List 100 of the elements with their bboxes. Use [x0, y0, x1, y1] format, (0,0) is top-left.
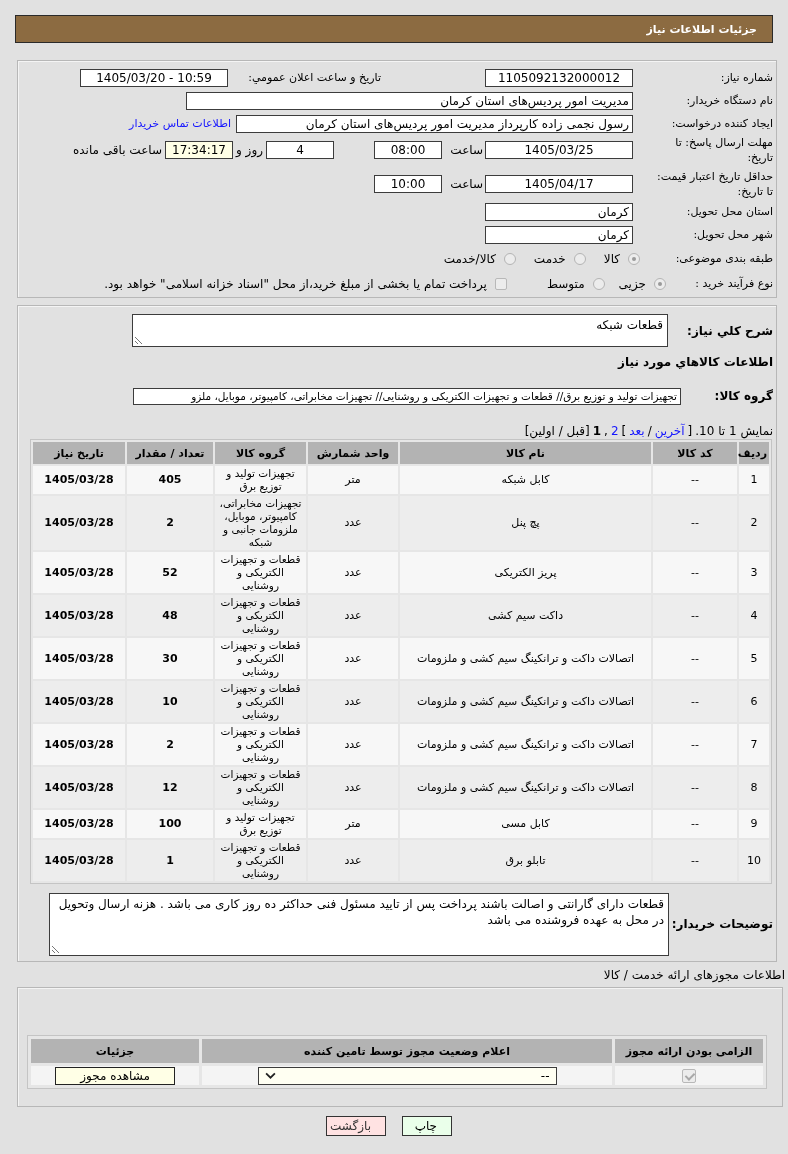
table-cell: --: [653, 552, 737, 593]
section-heading: اطلاعات کالاهاي مورد نياز: [616, 354, 773, 371]
field-label: شرح کلي نياز:: [686, 323, 773, 338]
pagination-link[interactable]: 2: [610, 423, 619, 438]
radio-label: متوسط: [546, 276, 585, 291]
buyer-contact-link[interactable]: اطلاعات تماس خریدار: [129, 117, 231, 130]
time-label: ساعت: [449, 143, 483, 157]
table-cell: 48: [127, 595, 213, 636]
table-cell: 1405/03/28: [33, 496, 125, 550]
radio-label: کالا/خدمت: [443, 251, 496, 266]
table-cell: قطعات و تجهیزات الکتریکی و روشنایی: [215, 638, 306, 679]
pagination-link[interactable]: بعد: [629, 423, 645, 438]
table-cell: اتصالات داکت و ترانکینگ سیم کشی و ملزومات: [400, 724, 651, 765]
goods-group-field[interactable]: تجهیزات تولید و توزیع برق// قطعات و تجهیزات الکتریکی و روشنایی// تجهیزات مخابراتی، کامپیوتر، موبایل، ملزو: [133, 387, 681, 405]
table-cell: 9: [739, 810, 769, 838]
column-header: گروه کالا: [215, 442, 306, 464]
pagination-text: /: [647, 423, 652, 438]
buyer-org-field[interactable]: مدیریت امور پردیس‌های استان کرمان: [186, 91, 633, 110]
field-label: گروه کالا:: [713, 389, 773, 403]
table-cell: 1405/03/28: [33, 595, 125, 636]
field-label: نام دستگاه خریدار:: [685, 93, 773, 108]
table-cell: --: [653, 840, 737, 881]
table-cell: 30: [127, 638, 213, 679]
field-label: مهلت ارسال پاسخ: تا تاریخ:: [674, 135, 773, 165]
table-cell: عدد: [308, 767, 398, 808]
print-button[interactable]: چاپ: [402, 1116, 452, 1136]
column-header: کد کالا: [653, 442, 737, 464]
radio-label: خدمت: [533, 251, 566, 266]
table-cell: عدد: [308, 595, 398, 636]
time-left-label: ساعت باقی مانده: [72, 143, 162, 157]
announce-date-field[interactable]: 1405/03/20 - 10:59: [80, 68, 228, 87]
table-cell: 10: [739, 840, 769, 881]
deadline-date-field[interactable]: 1405/03/25: [485, 141, 633, 159]
table-cell: --: [653, 595, 737, 636]
radio-label: جزیی: [618, 276, 646, 291]
table-cell: تابلو برق: [400, 840, 651, 881]
pagination-text: [: [687, 423, 693, 438]
resize-grip-icon[interactable]: [52, 944, 60, 953]
table-cell: عدد: [308, 681, 398, 722]
time-left-field[interactable]: 17:34:17: [165, 141, 233, 159]
table-cell: قطعات و تجهیزات الکتریکی و روشنایی: [215, 767, 306, 808]
table-cell: عدد: [308, 724, 398, 765]
field-label: استان محل تحویل:: [685, 204, 773, 219]
table-cell: 100: [127, 810, 213, 838]
field-label: توضیحات خریدار:: [670, 917, 773, 931]
checkbox-label: پرداخت تمام یا بخشی از مبلغ خرید،از محل "اسناد خزانه اسلامی" خواهد بود.: [104, 276, 487, 291]
table-cell: تجهیزات تولید و توزیع برق: [215, 810, 306, 838]
column-header: تاریخ نیاز: [33, 442, 125, 464]
days-left-field[interactable]: 4: [266, 141, 334, 159]
field-label: شماره نیاز:: [719, 70, 773, 85]
table-cell: 2: [127, 724, 213, 765]
resize-grip-icon[interactable]: [135, 336, 143, 344]
table-cell: 405: [127, 466, 213, 494]
table-cell: تجهیزات تولید و توزیع برق: [215, 466, 306, 494]
table-cell: پچ پنل: [400, 496, 651, 550]
table-cell: 6: [739, 681, 769, 722]
province-field[interactable]: کرمان: [485, 202, 633, 221]
requester-field[interactable]: رسول نجمی زاده کارپرداز مدیریت امور پردیس‌های استان کرمان: [236, 114, 633, 133]
column-header: اعلام وضعیت مجوز توسط تامین کننده: [202, 1039, 612, 1063]
column-header: تعداد / مقدار: [127, 442, 213, 464]
table-cell: 2: [739, 496, 769, 550]
table-cell: اتصالات داکت و ترانکینگ سیم کشی و ملزومات: [400, 767, 651, 808]
table-cell: داکت سیم کشی: [400, 595, 651, 636]
table-cell: اتصالات داکت و ترانکینگ سیم کشی و ملزومات: [400, 638, 651, 679]
table-cell: 1405/03/28: [33, 767, 125, 808]
table-cell: متر: [308, 466, 398, 494]
field-label: تاريخ و ساعت اعلان عمومي:: [247, 71, 381, 84]
validity-date-field[interactable]: 1405/04/17: [485, 174, 633, 193]
back-button[interactable]: بازگشت: [326, 1116, 386, 1136]
table-cell: --: [653, 638, 737, 679]
field-label: حداقل تاریخ اعتبار قیمت: تا تاریخ:: [657, 168, 773, 199]
view-license-button[interactable]: مشاهده مجوز: [55, 1066, 175, 1085]
table-cell: --: [653, 767, 737, 808]
validity-time-field[interactable]: 10:00: [374, 174, 442, 193]
table-cell: کابل مسی: [400, 810, 651, 838]
table-cell: 1405/03/28: [33, 724, 125, 765]
table-cell: عدد: [308, 638, 398, 679]
chevron-down-icon[interactable]: [264, 1072, 276, 1079]
table-cell: قطعات و تجهیزات الکتریکی و روشنایی: [215, 595, 306, 636]
table-cell: --: [653, 681, 737, 722]
table-cell: اتصالات داکت و ترانکینگ سیم کشی و ملزومات: [400, 681, 651, 722]
pagination-link[interactable]: آخرین: [654, 423, 685, 438]
table-cell: کابل شبکه: [400, 466, 651, 494]
days-label: روز و: [236, 143, 263, 157]
table-cell: 1405/03/28: [33, 810, 125, 838]
deadline-time-field[interactable]: 08:00: [374, 141, 442, 159]
city-field[interactable]: کرمان: [485, 225, 633, 244]
buyer-notes-field[interactable]: قطعات دارای گارانتی و اصالت باشند پرداخت پس از تایید مسئول فنی حداکثر ده روز کاری می باشد . هزنه ارسال وتحویل در محل به عهده فروشنده می باشد: [49, 892, 669, 956]
table-cell: قطعات و تجهیزات الکتریکی و روشنایی: [215, 681, 306, 722]
column-header: نام کالا: [400, 442, 651, 464]
field-label: طبقه بندی موضوعی:: [674, 251, 773, 266]
table-cell: 5: [739, 638, 769, 679]
table-cell: 1405/03/28: [33, 638, 125, 679]
summary-field[interactable]: قطعات شبکه: [132, 314, 668, 347]
need-number-field[interactable]: 1105092132000012: [485, 68, 633, 87]
table-cell: عدد: [308, 496, 398, 550]
table-cell: 7: [739, 724, 769, 765]
table-cell: 10: [127, 681, 213, 722]
status-select[interactable]: --: [257, 1066, 557, 1085]
table-cell: 1: [127, 840, 213, 881]
